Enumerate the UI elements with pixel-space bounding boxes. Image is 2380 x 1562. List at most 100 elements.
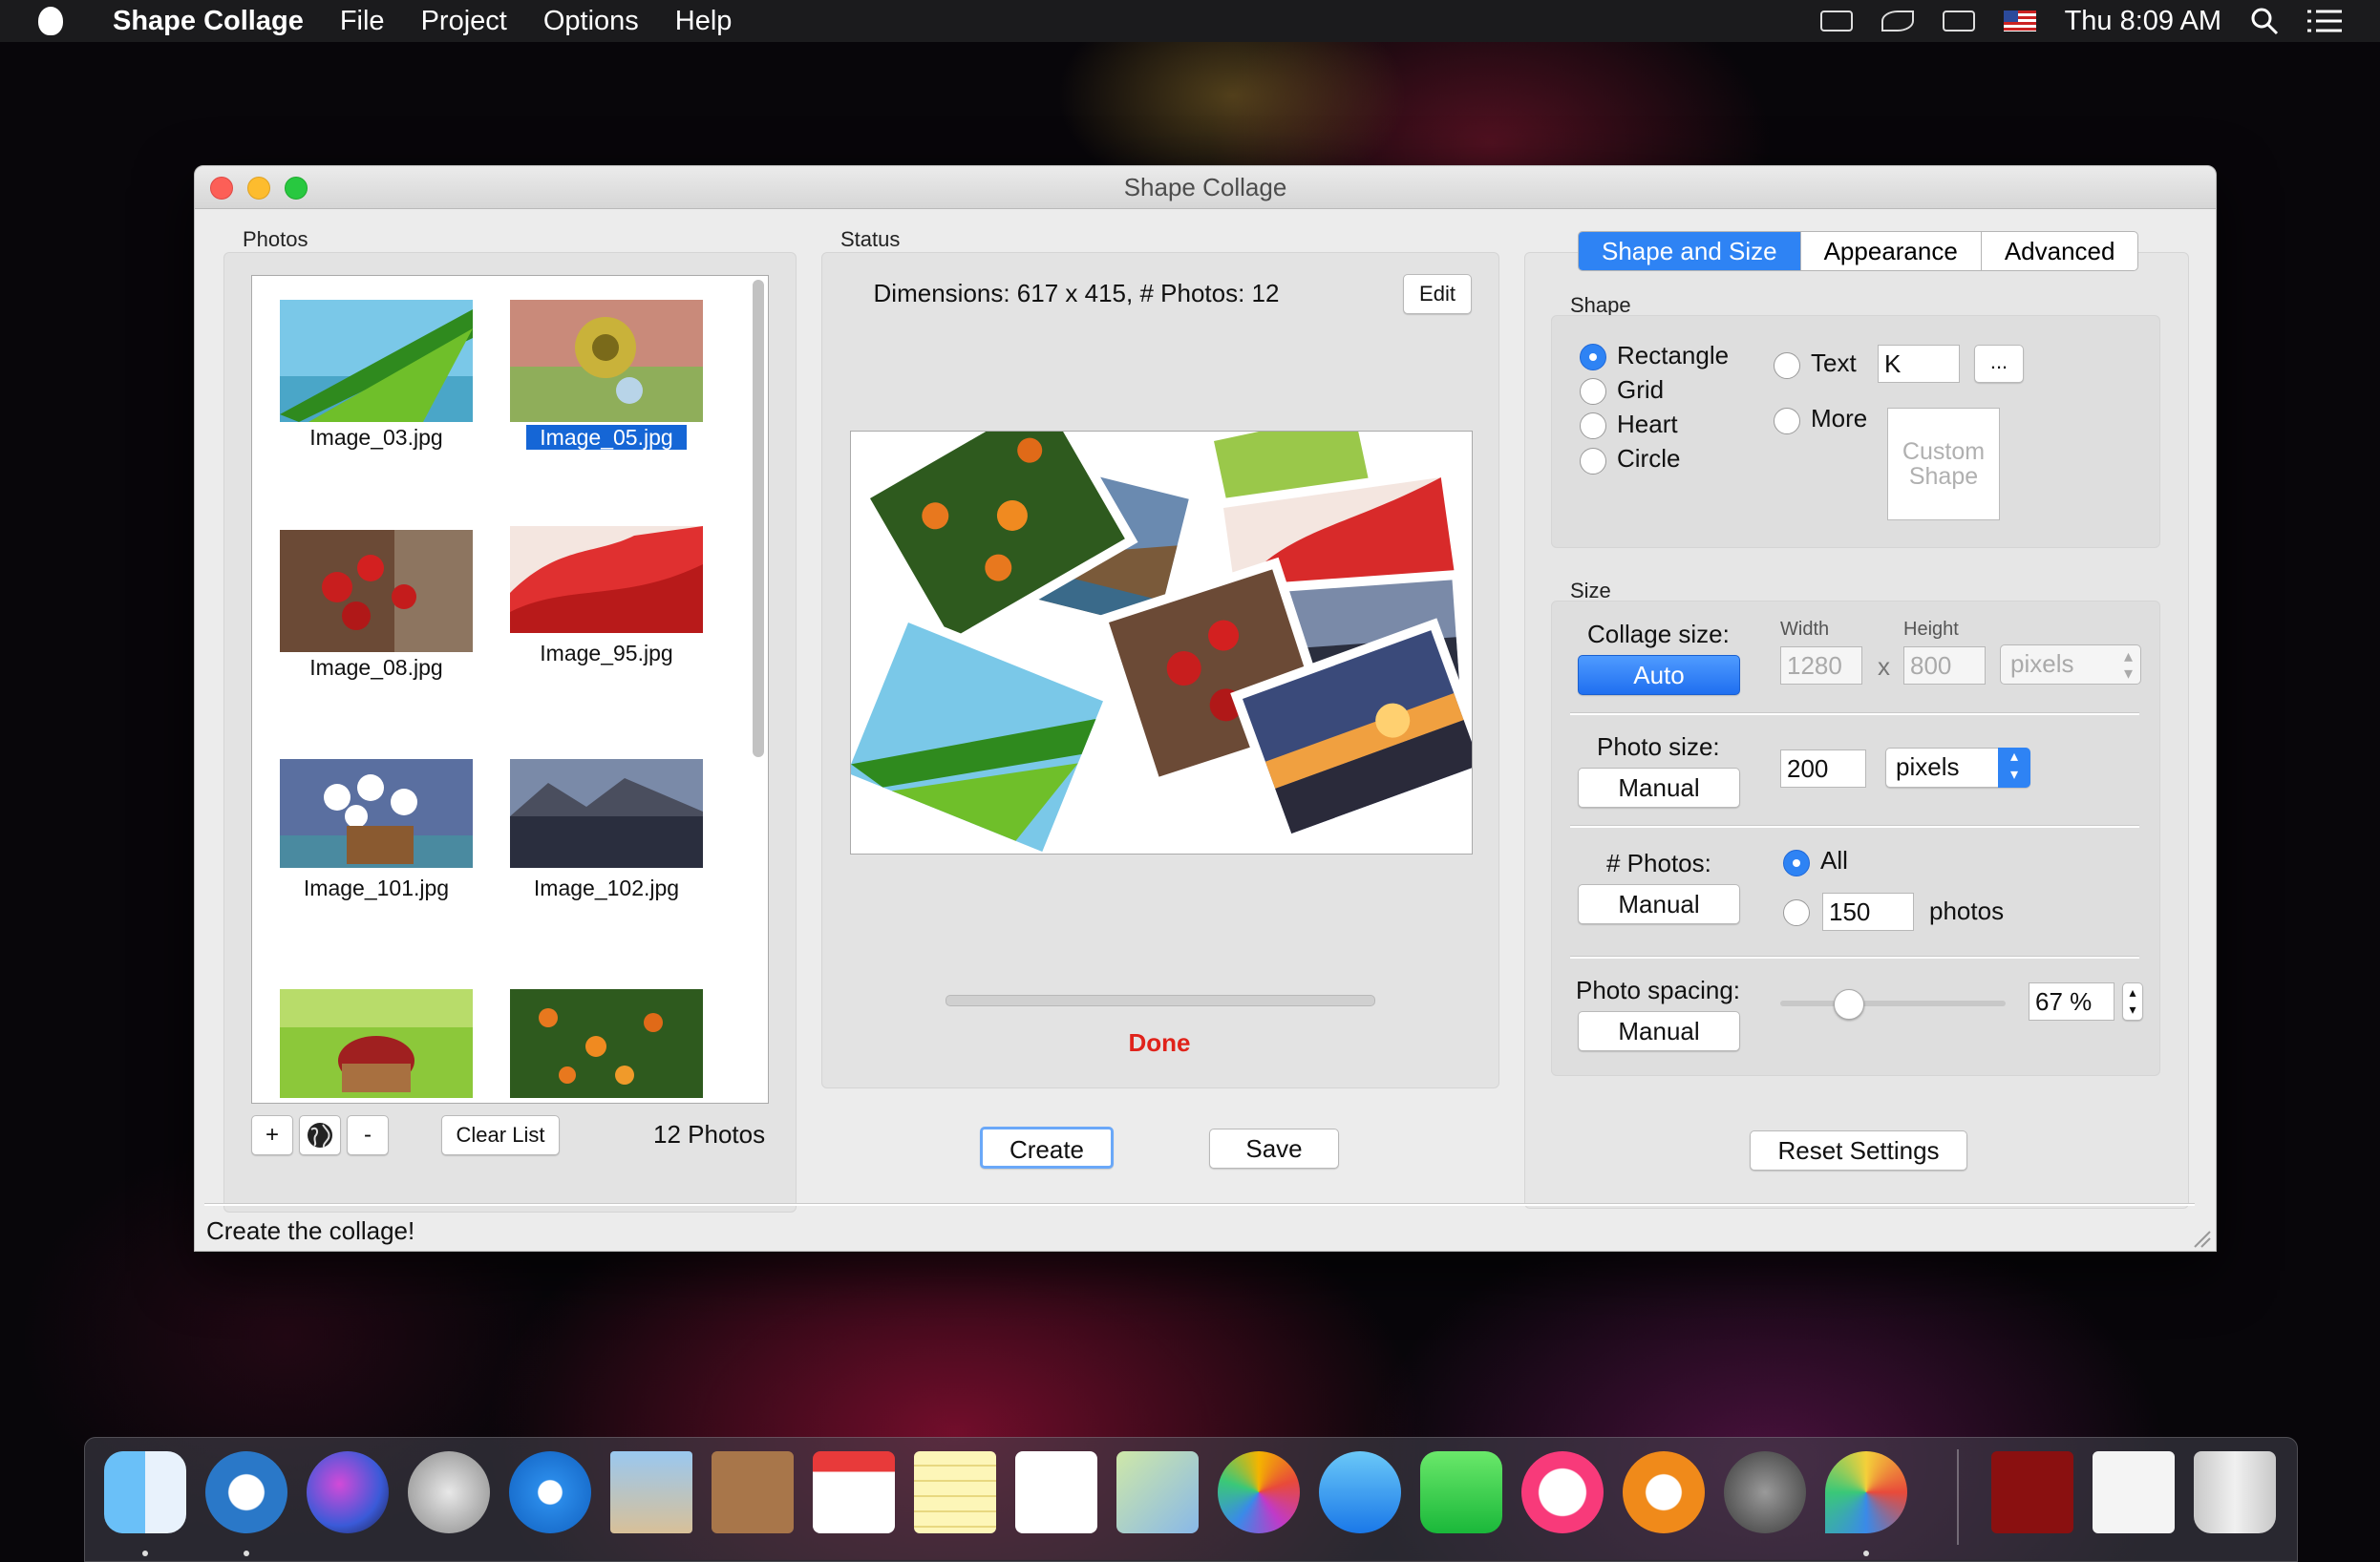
num-photos-manual-button[interactable]: Manual [1578, 884, 1740, 924]
thumbnail-caption[interactable]: Image_102.jpg [510, 876, 703, 901]
thumbnail-caption[interactable]: Image_08.jpg [280, 655, 473, 681]
finder-icon[interactable] [104, 1451, 186, 1533]
thumbnail-image-03[interactable] [280, 300, 473, 422]
screen-mirroring-icon[interactable] [1942, 11, 1975, 32]
edit-button[interactable]: Edit [1403, 274, 1472, 314]
photo-size-field[interactable]: 200 [1780, 749, 1866, 788]
circle-label[interactable]: Circle [1617, 444, 1680, 474]
menu-app-name[interactable]: Shape Collage [113, 6, 304, 37]
spacing-field[interactable]: 67 % [2029, 982, 2114, 1021]
font-options-button[interactable]: ... [1974, 345, 2024, 383]
apple-icon[interactable] [38, 7, 63, 35]
trash-icon[interactable] [2194, 1451, 2276, 1533]
radio-text[interactable] [1774, 352, 1800, 379]
contacts-icon[interactable] [712, 1451, 794, 1533]
shape-text-input[interactable]: K [1878, 345, 1960, 383]
thumbnail-image-08[interactable] [280, 530, 473, 652]
photos-app-icon[interactable] [1218, 1451, 1300, 1533]
thumbnail-caption[interactable]: Image_95.jpg [510, 641, 703, 666]
thumbnail-image-95[interactable] [510, 526, 703, 633]
radio-heart[interactable] [1580, 412, 1606, 439]
menu-help[interactable]: Help [675, 6, 733, 37]
grid-label[interactable]: Grid [1617, 375, 1664, 405]
height-field[interactable]: 800 [1903, 646, 1986, 685]
compass-app-icon[interactable] [205, 1451, 287, 1533]
thumbnail-caption-selected[interactable]: Image_05.jpg [510, 425, 703, 451]
mail-stamp-icon[interactable] [610, 1451, 692, 1533]
ibooks-icon[interactable] [1623, 1451, 1705, 1533]
collage-unit-select[interactable]: pixels ▴ ▾ [2000, 644, 2141, 685]
radio-grid[interactable] [1580, 378, 1606, 405]
remove-photo-button[interactable]: - [347, 1115, 389, 1155]
tab-shape-and-size[interactable]: Shape and Size [1579, 232, 1801, 270]
clear-list-button[interactable]: Clear List [441, 1115, 560, 1155]
close-icon[interactable] [210, 177, 233, 200]
radio-circle[interactable] [1580, 448, 1606, 475]
safari-icon[interactable] [509, 1451, 591, 1533]
display-icon[interactable] [1819, 11, 1853, 32]
heart-label[interactable]: Heart [1617, 410, 1678, 439]
thumbnail-basket[interactable] [280, 989, 473, 1098]
resize-grip-icon[interactable] [2191, 1228, 2212, 1249]
facetime-icon[interactable] [1420, 1451, 1502, 1533]
add-web-photos-button[interactable] [299, 1115, 341, 1155]
spacing-slider[interactable] [1780, 989, 2006, 1020]
spacing-stepper[interactable]: ▴ ▾ [2122, 982, 2143, 1021]
system-preferences-icon[interactable] [1724, 1451, 1806, 1533]
custom-shape-button[interactable]: Custom Shape [1887, 408, 2000, 520]
adobe-acrobat-icon[interactable] [1991, 1451, 2073, 1533]
reminders-icon[interactable] [1015, 1451, 1097, 1533]
quicktime-document-icon[interactable] [2093, 1451, 2175, 1533]
tab-appearance[interactable]: Appearance [1801, 232, 1982, 270]
photo-unit-select[interactable]: pixels ▴ ▾ [1885, 748, 2030, 788]
photo-list-scrollbar[interactable] [753, 280, 764, 757]
thumbnail-image-101[interactable] [280, 759, 473, 868]
all-photos-label[interactable]: All [1820, 846, 1848, 876]
reset-settings-button[interactable]: Reset Settings [1750, 1130, 1967, 1171]
photo-count-field[interactable]: 150 [1822, 893, 1914, 931]
tab-advanced[interactable]: Advanced [1982, 232, 2138, 270]
menu-options[interactable]: Options [543, 6, 639, 37]
menu-project[interactable]: Project [421, 6, 507, 37]
thumbnail-image-102[interactable] [510, 759, 703, 868]
launchpad-icon[interactable] [408, 1451, 490, 1533]
radio-all-photos[interactable] [1783, 850, 1810, 876]
width-field[interactable]: 1280 [1780, 646, 1862, 685]
menu-bar: Shape Collage File Project Options Help … [0, 0, 2380, 42]
menubar-clock[interactable]: Thu 8:09 AM [2065, 6, 2221, 37]
create-button[interactable]: Create [980, 1127, 1114, 1169]
thumbnail-caption[interactable]: Image_101.jpg [280, 876, 473, 901]
window-title: Shape Collage [1123, 173, 1287, 201]
notes-icon[interactable] [914, 1451, 996, 1533]
photo-list[interactable]: Image_03.jpg Image_05.jpg Image_08.jpg I… [251, 275, 769, 1104]
messages-icon[interactable] [1319, 1451, 1401, 1533]
more-shape-label[interactable]: More [1811, 404, 1867, 433]
radio-photo-count[interactable] [1783, 899, 1810, 926]
maps-icon[interactable] [1116, 1451, 1199, 1533]
us-flag-icon[interactable] [2003, 11, 2036, 32]
notification-center-icon[interactable] [2307, 8, 2342, 34]
title-bar[interactable]: Shape Collage [195, 166, 2216, 209]
thumbnail-orange-tree[interactable] [510, 989, 703, 1098]
add-photo-button[interactable]: + [251, 1115, 293, 1155]
zoom-icon[interactable] [285, 177, 308, 200]
radio-more[interactable] [1774, 408, 1800, 434]
itunes-icon[interactable] [1521, 1451, 1604, 1533]
rectangle-label[interactable]: Rectangle [1617, 341, 1729, 370]
shape-collage-icon[interactable] [1825, 1451, 1907, 1533]
airplay-icon[interactable] [1881, 11, 1914, 32]
photo-size-manual-button[interactable]: Manual [1578, 768, 1740, 808]
spotlight-search-icon[interactable] [2250, 7, 2279, 35]
photo-spacing-manual-button[interactable]: Manual [1578, 1011, 1740, 1051]
thumbnail-caption[interactable]: Image_03.jpg [280, 425, 473, 451]
slider-knob[interactable] [1833, 989, 1864, 1020]
save-button[interactable]: Save [1209, 1129, 1339, 1169]
text-shape-label[interactable]: Text [1811, 348, 1857, 378]
calendar-icon[interactable] [813, 1451, 895, 1533]
thumbnail-image-05[interactable] [510, 300, 703, 422]
radio-rectangle[interactable] [1580, 344, 1606, 370]
minimize-icon[interactable] [247, 177, 270, 200]
siri-icon[interactable] [307, 1451, 389, 1533]
collage-size-auto-button[interactable]: Auto [1578, 655, 1740, 695]
menu-file[interactable]: File [340, 6, 385, 37]
